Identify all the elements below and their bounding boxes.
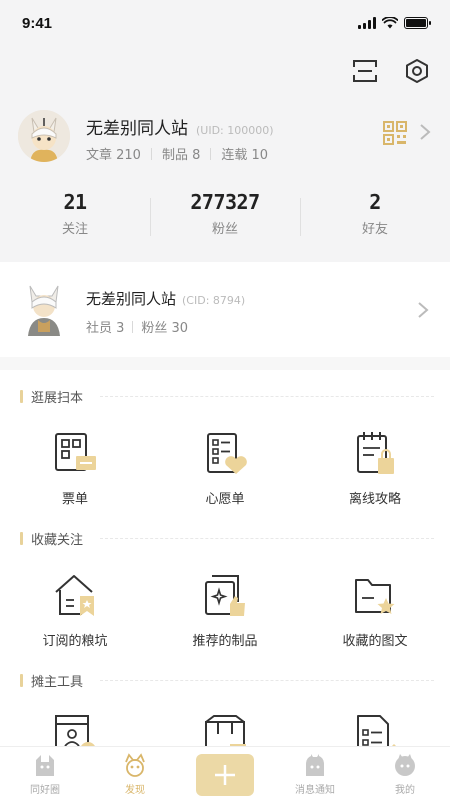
counter-value: 21 [63,190,87,214]
profile-header: 无差别同人站 (UID: 100000) 文章 210 制品 8 连载 10 2… [0,50,450,262]
club-cid: (CID: 8794) [182,294,246,307]
tab-profile[interactable]: 我的 [360,747,450,800]
menu-item-label: 票单 [61,492,88,507]
settings-button[interactable] [402,56,432,86]
signal-icon [358,17,376,29]
menu-item-box[interactable] [150,714,300,750]
tab-create[interactable] [180,747,270,800]
profile-cat-icon [395,754,415,776]
avatar[interactable] [18,110,70,162]
qr-code-icon[interactable] [382,120,408,146]
box-icon [205,715,246,750]
menu-item-label: 推荐的制品 [192,634,258,649]
menu-item-document[interactable] [300,714,450,750]
profile-stat-products: 制品 8 [161,148,201,163]
tab-bar: 同好圈 发现 消息通知 我的 [0,746,450,800]
status-time: 9:41 [22,15,53,32]
wishlist-icon [207,433,247,474]
menu-item-favorites[interactable]: 收藏的图文 [300,572,450,662]
chevron-right-icon [418,302,429,318]
menu-item-recommended[interactable]: 推荐的制品 [150,572,300,662]
divider [150,147,152,160]
wifi-icon [382,17,398,29]
profile-counters: 21 关注 277327 粉丝 2 好友 [0,190,450,250]
tab-circle[interactable]: 同好圈 [0,747,90,800]
club-card[interactable]: 无差别同人站 (CID: 8794) 社员 3 粉丝 30 [0,262,450,357]
counter-fans[interactable]: 277327 粉丝 [150,190,300,250]
counter-following[interactable]: 21 关注 [0,190,150,250]
section-title: 摊主工具 [20,672,84,690]
menu-panel: 逛展扫本 票单 心愿单 离线攻略 收藏关注 订阅的粮坑 推荐的制品 收藏的图文 … [0,370,450,750]
settings-icon [406,59,428,83]
status-bar: 9:41 [0,0,450,50]
counter-value: 277327 [190,190,260,214]
tab-discover[interactable]: 发现 [90,747,180,800]
grid-row-favorites: 订阅的粮坑 推荐的制品 收藏的图文 [0,572,450,662]
profile-stats: 文章 210 制品 8 连载 10 [86,144,268,163]
menu-item-offline-guide[interactable]: 离线攻略 [300,430,450,520]
club-name: 无差别同人站 [86,290,177,308]
top-actions [350,56,432,86]
subscribed-house-icon [55,575,94,616]
tab-label: 我的 [395,785,415,796]
booth-icon [55,715,96,750]
section-title-text: 逛展扫本 [31,390,84,406]
document-icon [357,715,396,750]
section-title-text: 摊主工具 [31,674,84,690]
cat-icon [36,755,54,776]
recommended-product-icon [205,575,245,616]
profile-stat-articles: 文章 210 [86,148,141,163]
counter-label: 好友 [361,222,388,237]
menu-item-booth[interactable] [0,714,150,750]
counter-value: 2 [369,190,381,214]
section-divider [100,538,434,539]
counter-label: 粉丝 [211,222,238,237]
offline-guide-icon [357,432,394,474]
club-stat-members: 社员 3 [86,321,125,336]
tab-notifications[interactable]: 消息通知 [270,747,360,800]
profile-row[interactable]: 无差别同人站 (UID: 100000) 文章 210 制品 8 连载 10 [18,108,434,168]
counter-friends[interactable]: 2 好友 [300,190,450,250]
menu-item-tickets[interactable]: 票单 [0,430,150,520]
plus-icon [215,764,235,785]
club-name-line: 无差别同人站 (CID: 8794) [86,288,245,309]
section-title: 逛展扫本 [20,388,84,406]
menu-item-label: 离线攻略 [348,492,401,507]
favorite-folder-icon [355,579,395,614]
discover-icon [125,753,145,777]
profile-name-line: 无差别同人站 (UID: 100000) [86,114,274,139]
menu-item-subscribed[interactable]: 订阅的粮坑 [0,572,150,662]
section-title: 收藏关注 [20,530,84,548]
profile-uid: (UID: 100000) [196,124,274,137]
club-stats: 社员 3 粉丝 30 [86,317,188,336]
scan-button[interactable] [350,56,380,86]
menu-item-label: 订阅的粮坑 [42,634,108,649]
divider [132,320,134,333]
tab-label: 消息通知 [295,785,335,796]
tab-label: 发现 [125,785,145,796]
menu-item-wishlist[interactable]: 心愿单 [150,430,300,520]
club-stat-fans: 粉丝 30 [141,321,189,336]
status-icons [358,17,431,29]
section-title-text: 收藏关注 [31,532,84,548]
add-button[interactable] [196,753,254,796]
grid-row-booth-tools [0,714,450,750]
profile-stat-series: 连载 10 [221,148,269,163]
grid-row-booth: 票单 心愿单 离线攻略 [0,430,450,520]
battery-icon [404,17,431,29]
menu-item-label: 收藏的图文 [342,634,408,649]
avatar-illustration [18,110,70,162]
tab-label: 同好圈 [30,785,60,796]
menu-item-label: 心愿单 [205,492,245,507]
club-avatar [28,285,60,336]
section-divider [100,680,434,681]
profile-name: 无差别同人站 [86,119,188,139]
bell-cat-icon [306,754,324,776]
scan-icon [353,60,377,82]
section-divider [100,396,434,397]
counter-label: 关注 [61,222,88,237]
divider [210,147,212,160]
ticket-icon [55,433,96,471]
chevron-right-icon [420,124,431,140]
